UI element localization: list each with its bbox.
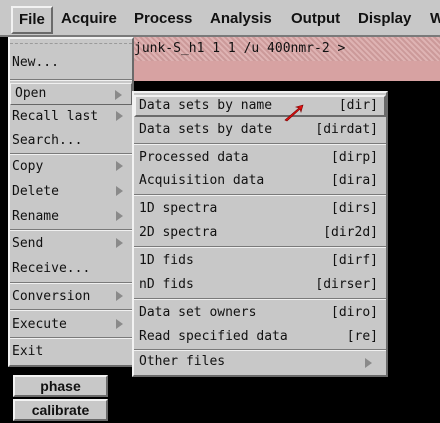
menu-item-open[interactable]: Open (10, 83, 132, 105)
menu-item-label: Open (15, 86, 47, 101)
menu-item-label: New... (12, 55, 59, 70)
menu-separator (10, 282, 132, 284)
submenu-item-other-files[interactable]: Other files (134, 351, 386, 373)
submenu-item-command: [dirf] (331, 253, 378, 268)
submenu-item-label: Processed data (139, 150, 249, 165)
submenu-arrow-icon (116, 291, 123, 301)
menu-item-label: Send (12, 236, 44, 251)
menu-item-new[interactable]: New... (12, 55, 59, 70)
menu-item-label: Execute (12, 317, 67, 332)
workspace-left-edge (0, 37, 8, 423)
menu-separator (10, 153, 132, 155)
menu-item-conversion[interactable]: Conversion (12, 289, 123, 304)
menu-analysis[interactable]: Analysis (210, 10, 272, 27)
submenu-item-command: [re] (346, 329, 378, 344)
menu-separator (10, 229, 132, 231)
menu-display[interactable]: Display (358, 10, 411, 27)
phase-button[interactable]: phase (13, 375, 108, 397)
submenu-separator (134, 246, 386, 248)
submenu-item-command: [dirser] (315, 277, 378, 292)
menu-item-copy[interactable]: Copy (12, 159, 123, 174)
submenu-item-command: [dir2d] (323, 225, 378, 240)
menu-output[interactable]: Output (291, 10, 340, 27)
file-menu: New... Open Recall last Search... Copy D… (8, 37, 134, 367)
submenu-arrow-icon (116, 186, 123, 196)
submenu-item-command: [dirs] (331, 201, 378, 216)
menu-tearoff-line[interactable] (10, 43, 132, 44)
menu-item-label: Delete (12, 184, 59, 199)
submenu-arrow-icon (115, 90, 122, 100)
open-submenu: Data sets by name [dir] Data sets by dat… (132, 91, 388, 377)
menu-acquire[interactable]: Acquire (61, 10, 117, 27)
submenu-arrow-icon (116, 319, 123, 329)
submenu-separator (134, 143, 386, 145)
submenu-separator (134, 194, 386, 196)
submenu-item-label: Data set owners (139, 305, 257, 320)
submenu-item-label: Other files (139, 354, 226, 369)
menu-item-rename[interactable]: Rename (12, 209, 123, 224)
title-bar-lower-band (126, 61, 440, 81)
submenu-item-label: 2D spectra (139, 225, 218, 240)
menu-item-label: Receive... (12, 261, 91, 276)
menu-item-delete[interactable]: Delete (12, 184, 123, 199)
submenu-arrow-icon (116, 161, 123, 171)
submenu-item-1d-fids[interactable]: 1D fids [dirf] (134, 250, 386, 272)
submenu-item-data-sets-by-name[interactable]: Data sets by name [dir] (134, 95, 386, 117)
submenu-item-1d-spectra[interactable]: 1D spectra [dirs] (134, 198, 386, 220)
menu-file[interactable]: File (11, 6, 53, 34)
submenu-item-nd-fids[interactable]: nD fids [dirser] (134, 274, 386, 296)
dataset-title-text: junk-S_h1 1 1 /u 400nmr-2 > (134, 41, 346, 56)
menu-item-receive[interactable]: Receive... (12, 261, 90, 276)
menu-item-label: Search... (12, 133, 83, 148)
submenu-separator (134, 298, 386, 300)
calibrate-button[interactable]: calibrate (13, 399, 108, 421)
menu-process[interactable]: Process (134, 10, 192, 27)
submenu-item-2d-spectra[interactable]: 2D spectra [dir2d] (134, 222, 386, 244)
submenu-item-label: 1D spectra (139, 201, 218, 216)
submenu-item-processed-data[interactable]: Processed data [dirp] (134, 147, 386, 169)
submenu-item-label: Data sets by date (139, 122, 273, 137)
submenu-arrow-icon (365, 358, 372, 368)
submenu-item-label: Read specified data (139, 329, 288, 344)
submenu-item-command: [dirp] (331, 150, 378, 165)
submenu-item-command: [dira] (331, 173, 378, 188)
menu-window[interactable]: W (430, 10, 440, 27)
menu-item-execute[interactable]: Execute (12, 317, 123, 332)
mouse-cursor-icon (284, 104, 304, 122)
submenu-arrow-icon (116, 238, 123, 248)
menu-item-label: Rename (12, 209, 59, 224)
menu-item-label: Recall last (12, 109, 99, 124)
menu-separator (10, 79, 132, 81)
menu-bar: File Acquire Process Analysis Output Dis… (0, 0, 440, 37)
submenu-item-acquisition-data[interactable]: Acquisition data [dira] (134, 170, 386, 192)
submenu-item-label: Data sets by name (139, 98, 273, 113)
submenu-item-label: nD fids (139, 277, 194, 292)
submenu-item-data-set-owners[interactable]: Data set owners [diro] (134, 302, 386, 324)
submenu-item-label: Acquisition data (139, 173, 265, 188)
menu-item-exit[interactable]: Exit (12, 344, 43, 359)
submenu-arrow-icon (116, 111, 123, 121)
submenu-item-command: [dirdat] (315, 122, 378, 137)
menu-item-label: Copy (12, 159, 44, 174)
menu-separator (10, 309, 132, 311)
submenu-item-command: [dir] (338, 98, 378, 113)
dataset-title-bar: junk-S_h1 1 1 /u 400nmr-2 > (126, 37, 440, 61)
menu-item-label: Conversion (12, 289, 91, 304)
menu-item-send[interactable]: Send (12, 236, 123, 251)
submenu-item-command: [diro] (331, 305, 378, 320)
submenu-item-read-specified-data[interactable]: Read specified data [re] (134, 326, 386, 348)
menu-item-recall-last[interactable]: Recall last (12, 109, 123, 124)
submenu-arrow-icon (116, 211, 123, 221)
submenu-item-data-sets-by-date[interactable]: Data sets by date [dirdat] (134, 119, 386, 141)
submenu-item-label: 1D fids (139, 253, 194, 268)
menu-item-search[interactable]: Search... (12, 133, 82, 148)
menu-item-label: Exit (12, 344, 44, 359)
menu-separator (10, 337, 132, 339)
